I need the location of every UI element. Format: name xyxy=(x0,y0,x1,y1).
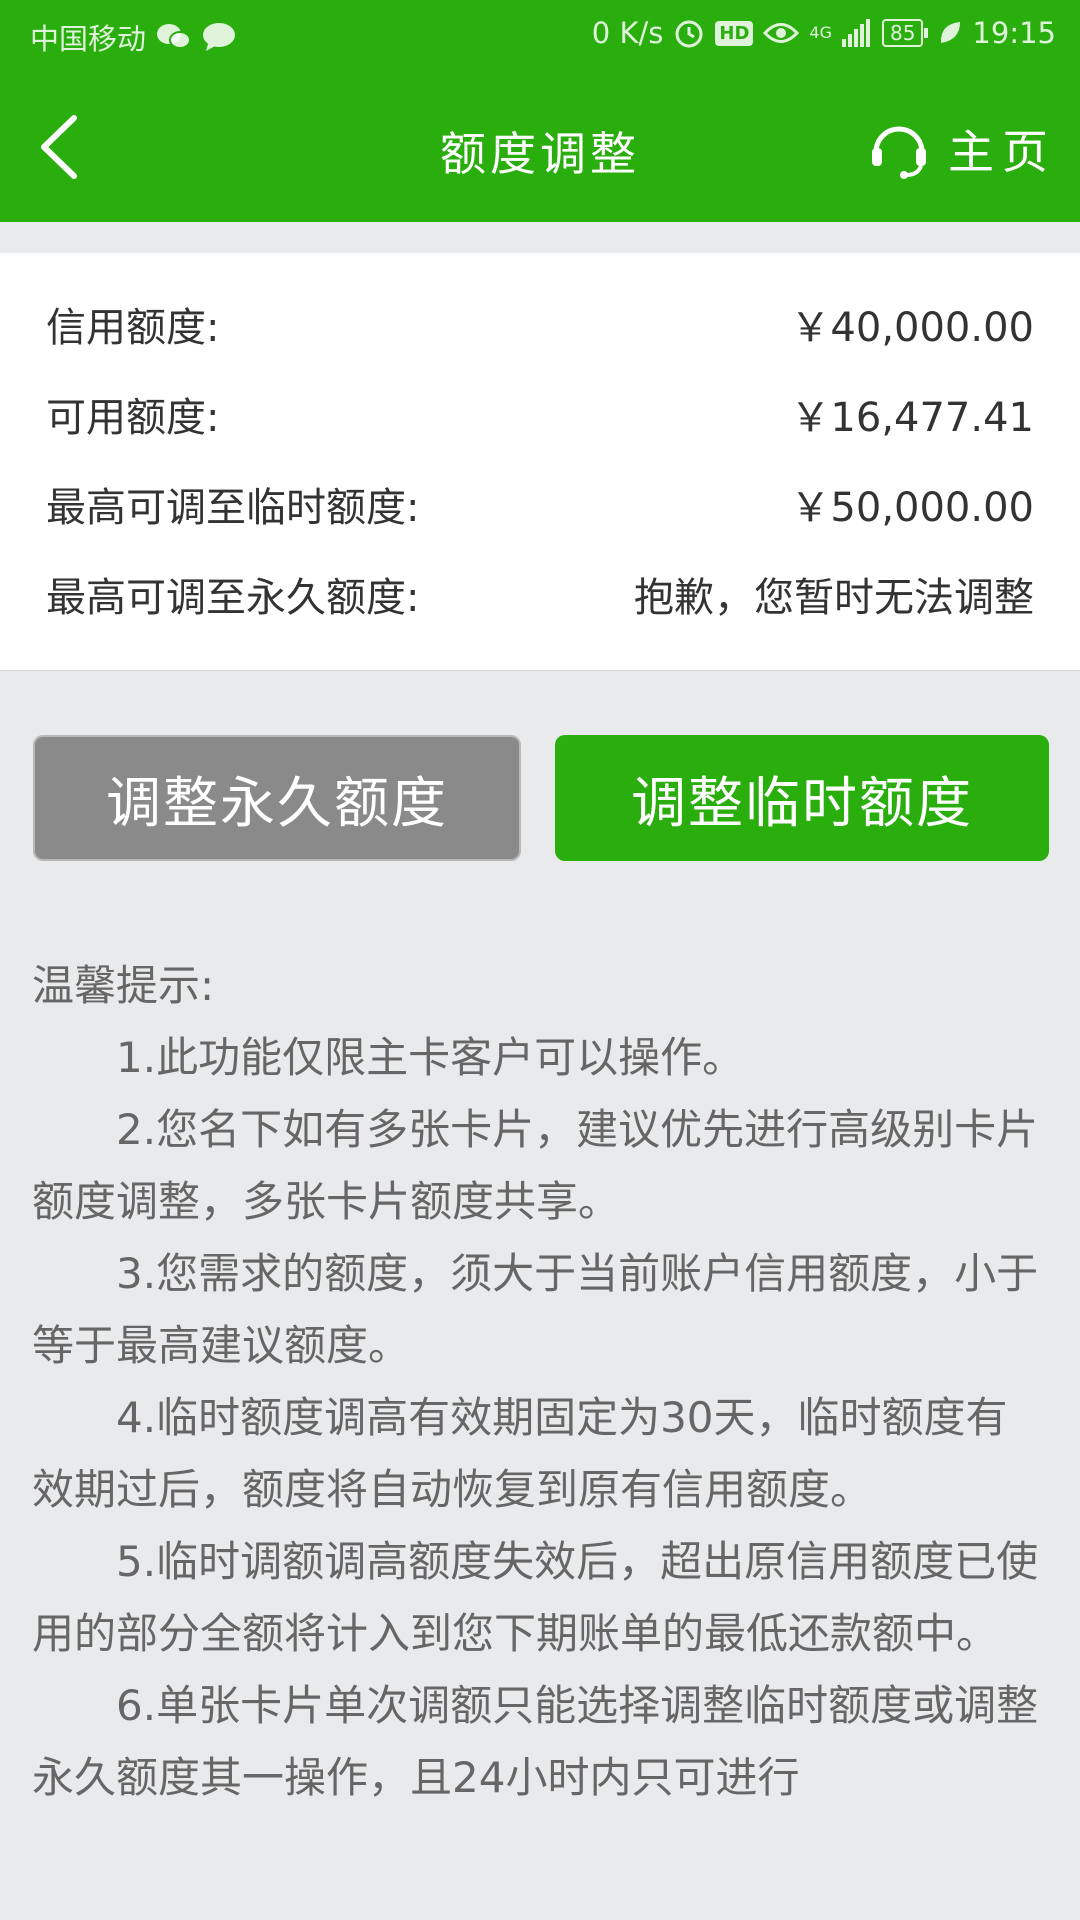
carrier-label: 中国移动 xyxy=(30,22,147,56)
leaf-icon xyxy=(938,20,962,46)
headset-icon xyxy=(872,126,926,179)
adjust-temporary-limit-button[interactable]: 调整临时额度 xyxy=(555,735,1049,861)
hd-icon: HD xyxy=(715,20,754,46)
max-perm-limit-label: 最高可调至永久额度: xyxy=(46,575,420,621)
max-perm-limit-row: 最高可调至永久额度: 抱歉，您暂时无法调整 xyxy=(46,564,1034,624)
available-limit-value: ￥16,477.41 xyxy=(790,395,1034,441)
credit-limit-value: ￥40,000.00 xyxy=(790,305,1034,351)
tip-item: 3.您需求的额度，须大于当前账户信用额度，小于等于最高建议额度。 xyxy=(32,1249,1039,1370)
network-type: 4G xyxy=(809,23,832,42)
tip-item: 6.单张卡片单次调额只能选择调整临时额度或调整永久额度其一操作，且24小时内只可… xyxy=(32,1681,1039,1802)
tip-item: 1.此功能仅限主卡客户可以操作。 xyxy=(116,1033,745,1082)
tip-item: 5.临时调额调高额度失效后，超出原信用额度已使用的部分全额将计入到您下期账单的最… xyxy=(32,1537,1039,1658)
max-temp-limit-value: ￥50,000.00 xyxy=(790,485,1034,531)
clock: 19:15 xyxy=(972,16,1056,50)
status-bar: 中国移动 0 K/s HD 4G 85 19:15 xyxy=(0,0,1080,72)
battery-icon: 85 xyxy=(881,19,929,47)
status-bar-right: 0 K/s HD 4G 85 19:15 xyxy=(592,16,1056,50)
message-icon xyxy=(202,22,236,52)
alarm-icon xyxy=(673,17,705,49)
max-temp-limit-row: 最高可调至临时额度: ￥50,000.00 xyxy=(46,474,1034,534)
max-temp-limit-label: 最高可调至临时额度: xyxy=(46,485,420,531)
credit-limit-label: 信用额度: xyxy=(46,305,220,351)
tip-item: 4.临时额度调高有效期固定为30天，临时额度有效期过后，额度将自动恢复到原有信用… xyxy=(32,1393,1008,1514)
battery-level: 85 xyxy=(881,19,924,47)
wechat-icon xyxy=(156,22,192,52)
signal-icon xyxy=(841,19,872,47)
network-speed: 0 K/s xyxy=(591,16,664,50)
adjust-permanent-limit-button[interactable]: 调整永久额度 xyxy=(33,735,521,861)
credit-limit-row: 信用额度: ￥40,000.00 xyxy=(46,294,1034,354)
home-label: 主页 xyxy=(948,125,1056,179)
tip-item: 2.您名下如有多张卡片，建议优先进行高级别卡片额度调整，多张卡片额度共享。 xyxy=(32,1105,1039,1226)
nav-bar: 额度调整 主页 xyxy=(0,72,1080,222)
home-button[interactable]: 主页 xyxy=(868,116,1056,182)
available-limit-row: 可用额度: ￥16,477.41 xyxy=(46,384,1034,444)
available-limit-label: 可用额度: xyxy=(46,395,220,441)
tips-title: 温馨提示: xyxy=(32,961,215,1010)
status-bar-left: 中国移动 xyxy=(30,16,236,58)
max-perm-limit-value: 抱歉，您暂时无法调整 xyxy=(634,575,1034,621)
credit-info-card: 信用额度: ￥40,000.00 可用额度: ￥16,477.41 最高可调至临… xyxy=(0,253,1080,671)
tips-section: 温馨提示: 1.此功能仅限主卡客户可以操作。 2.您名下如有多张卡片，建议优先进… xyxy=(32,950,1042,1814)
eye-icon xyxy=(763,20,800,46)
